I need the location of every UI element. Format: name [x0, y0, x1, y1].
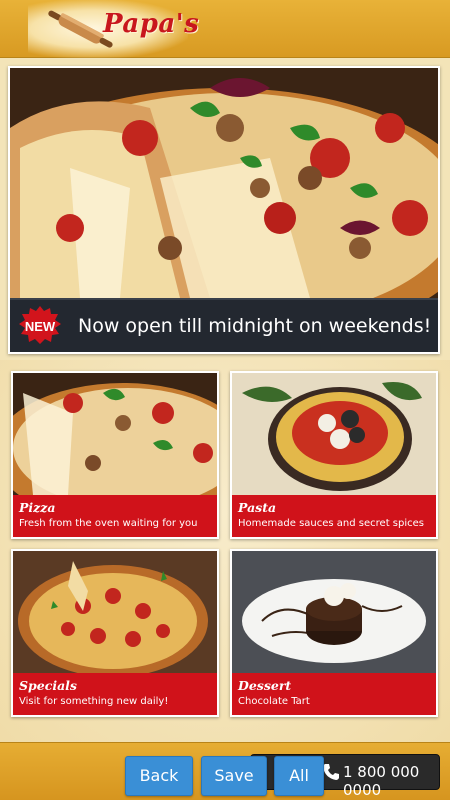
new-badge-label: NEW: [24, 319, 56, 334]
menu-subtitle: Visit for something new daily!: [19, 696, 169, 707]
pizza-image: [13, 373, 217, 495]
hero-card[interactable]: NEW Now open till midnight on weekends!: [8, 66, 440, 354]
menu-subtitle: Chocolate Tart: [238, 696, 310, 707]
menu-tile-pizza[interactable]: Pizza Fresh from the oven waiting for yo…: [11, 371, 219, 539]
app-header: Papa's: [0, 0, 450, 58]
menu-title: Specials: [19, 678, 77, 693]
brand-title: Papa's: [103, 9, 200, 39]
save-button[interactable]: Save: [201, 756, 267, 796]
menu-tile-pasta[interactable]: Pasta Homemade sauces and secret spices: [230, 371, 438, 539]
phone-number: 1 800 000 0000: [343, 763, 420, 799]
dessert-image: [232, 551, 436, 673]
menu-title: Pizza: [19, 500, 56, 515]
menu-tile-specials[interactable]: Specials Visit for something new daily!: [11, 549, 219, 717]
menu-title: Dessert: [238, 678, 292, 693]
specials-caption: Specials Visit for something new daily!: [13, 673, 217, 715]
pasta-caption: Pasta Homemade sauces and secret spices: [232, 495, 436, 537]
specials-image: [13, 551, 217, 673]
app-footer: 1 800 000 0000 Back Save All: [0, 742, 450, 800]
phone-icon: [323, 764, 339, 780]
all-button[interactable]: All: [274, 756, 324, 796]
promo-message: Now open till midnight on weekends!: [78, 315, 432, 337]
promo-banner: NEW Now open till midnight on weekends!: [10, 298, 438, 352]
menu-tile-dessert[interactable]: Dessert Chocolate Tart: [230, 549, 438, 717]
menu-subtitle: Fresh from the oven waiting for you: [19, 518, 198, 529]
hero-pizza-image: [10, 68, 438, 298]
pasta-image: [232, 373, 436, 495]
pizza-caption: Pizza Fresh from the oven waiting for yo…: [13, 495, 217, 537]
back-button[interactable]: Back: [125, 756, 193, 796]
menu-subtitle: Homemade sauces and secret spices: [238, 518, 424, 529]
dessert-caption: Dessert Chocolate Tart: [232, 673, 436, 715]
menu-title: Pasta: [238, 500, 277, 515]
